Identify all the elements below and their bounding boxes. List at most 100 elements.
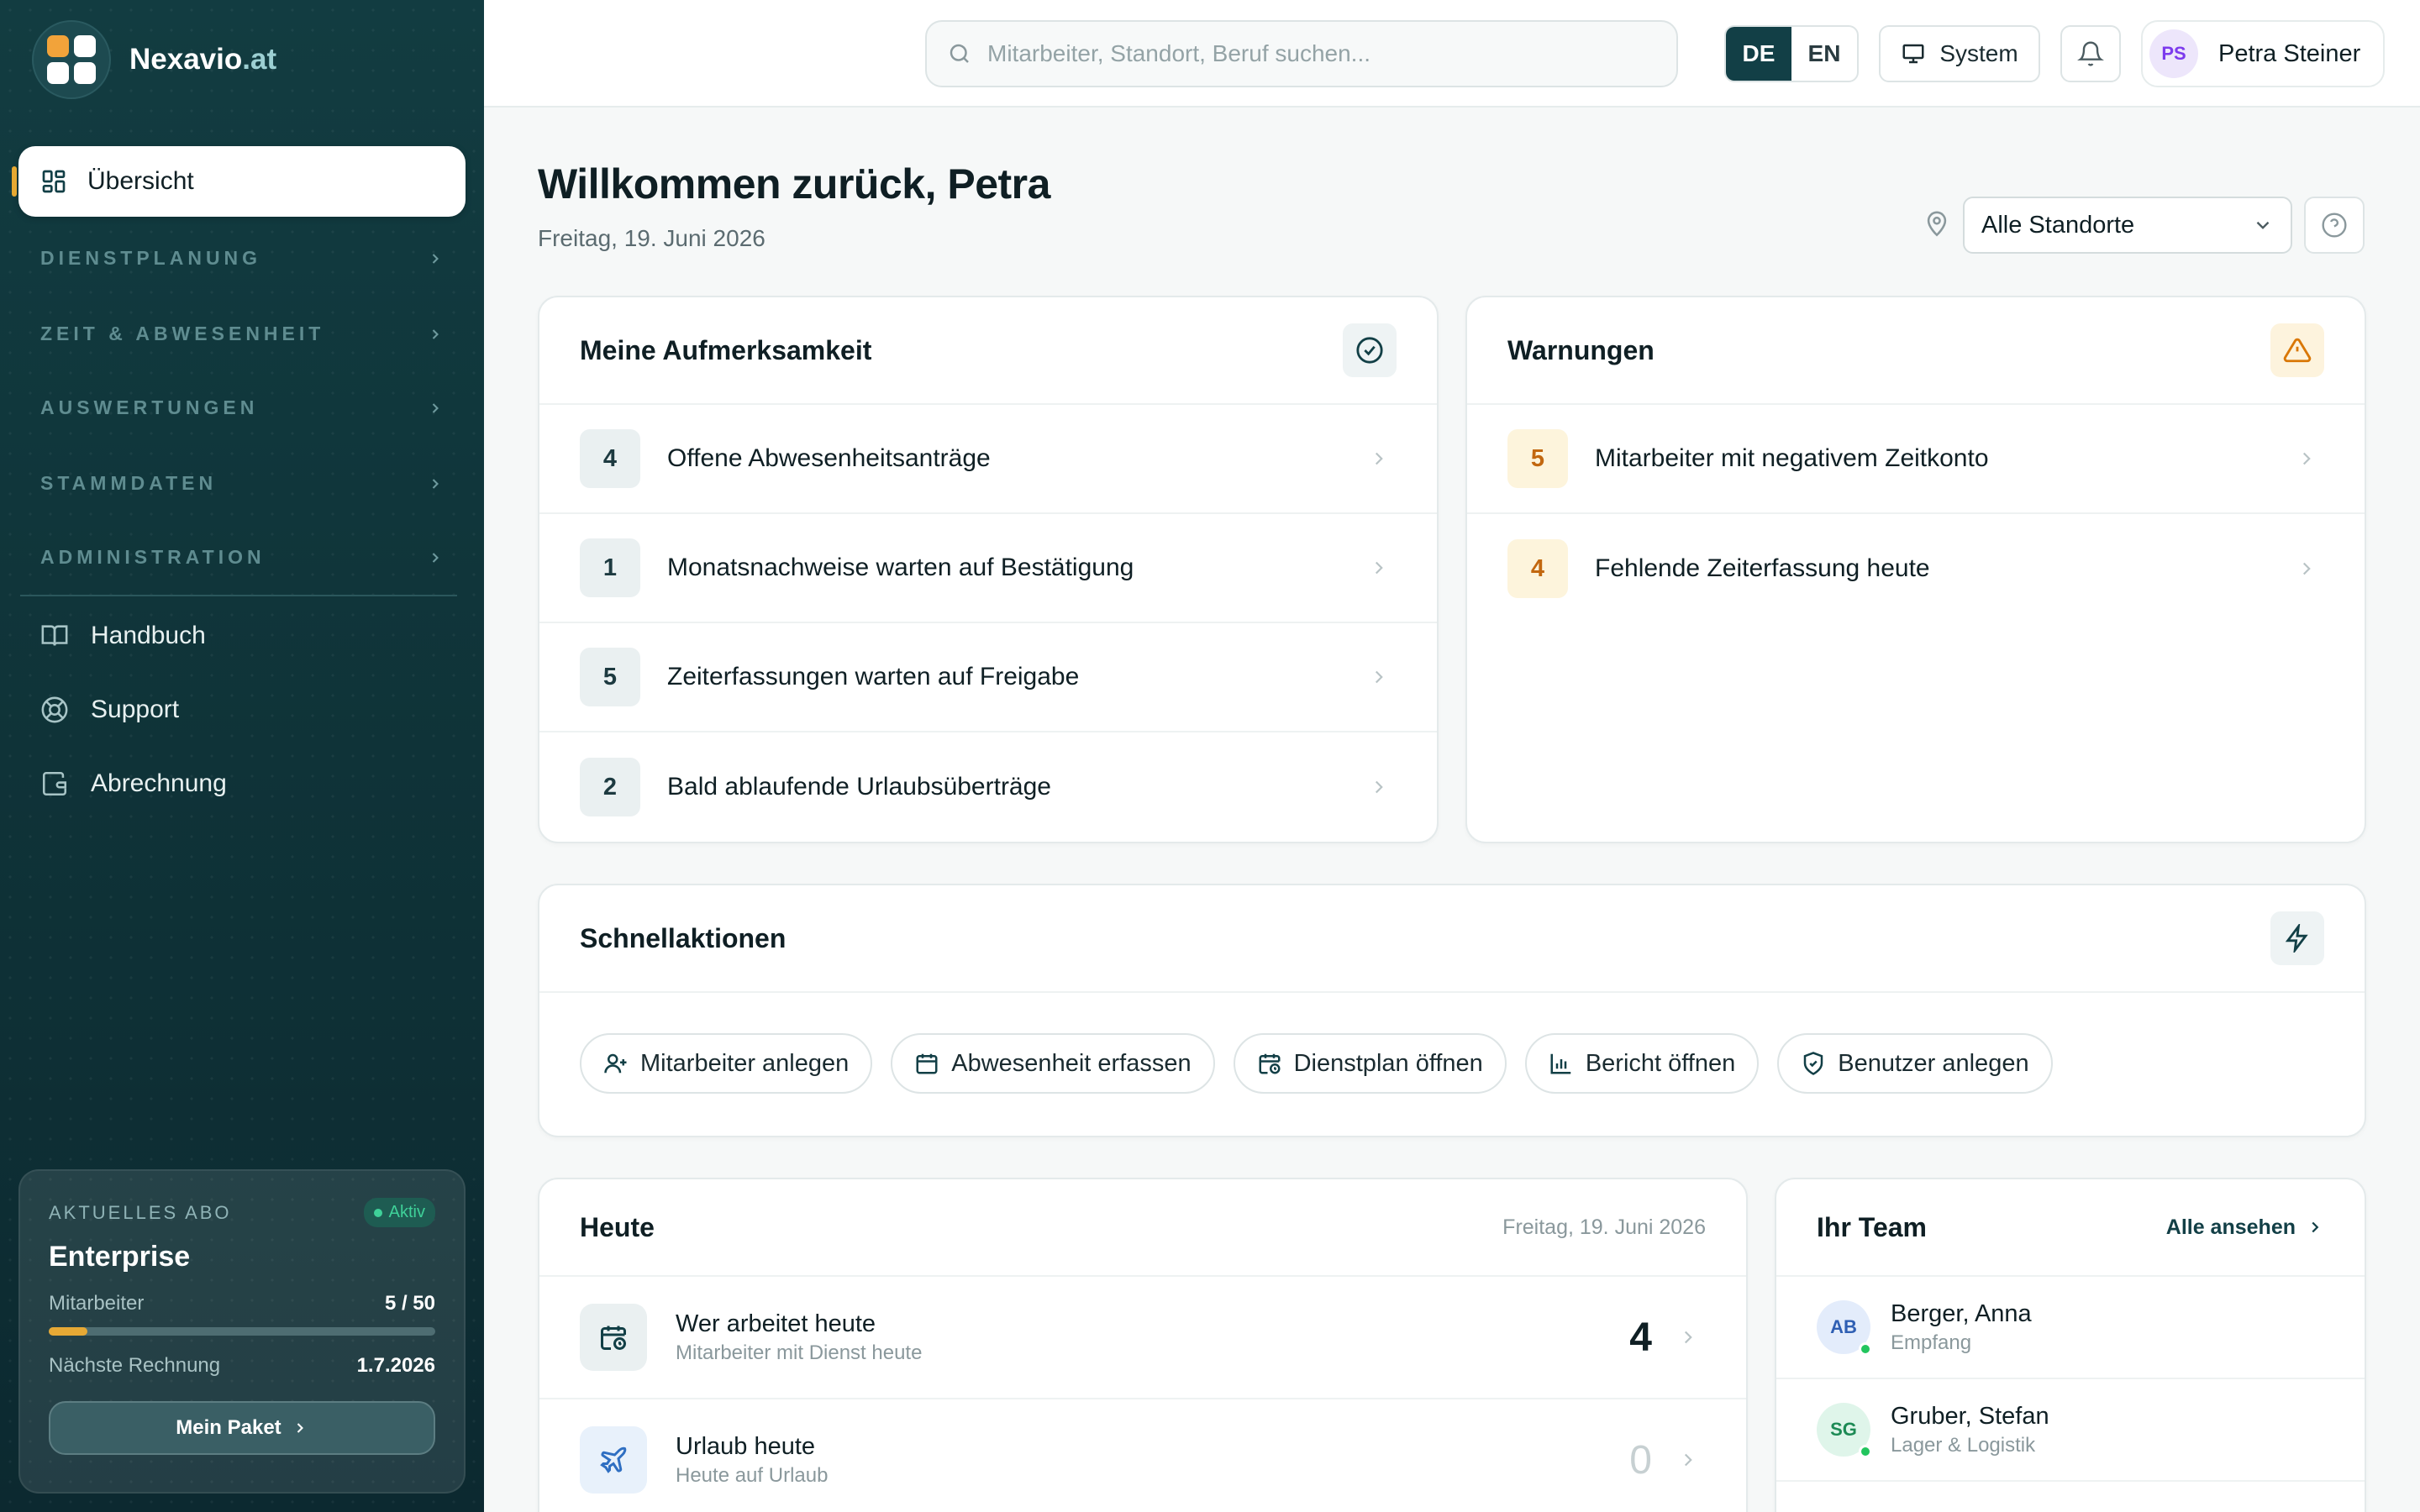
sidebar-item-label: Support bbox=[91, 696, 180, 723]
chevron-right-icon bbox=[427, 326, 444, 343]
chevron-right-icon bbox=[427, 549, 444, 566]
help-button[interactable] bbox=[2304, 197, 2365, 254]
subscription-label: AKTUELLES ABO bbox=[49, 1201, 232, 1223]
sidebar: Nexavio.at Übersicht DIENSTPLANUNG ZEIT … bbox=[0, 0, 484, 1512]
avatar-initials: AB bbox=[1830, 1316, 1857, 1337]
item-subtitle: Heute auf Urlaub bbox=[676, 1463, 829, 1487]
search-box[interactable] bbox=[925, 20, 1678, 87]
record-absence-button[interactable]: Abwesenheit erfassen bbox=[891, 1033, 1215, 1094]
add-employee-button[interactable]: Mitarbeiter anlegen bbox=[580, 1033, 873, 1094]
page-title: Willkommen zurück, Petra bbox=[538, 160, 1050, 207]
my-package-button[interactable]: Mein Paket bbox=[49, 1401, 435, 1455]
section-label: DIENSTPLANUNG bbox=[40, 247, 262, 269]
chevron-right-icon bbox=[427, 475, 444, 492]
search-input[interactable] bbox=[987, 40, 1660, 67]
member-role: Lager & Logistik bbox=[1891, 1433, 2036, 1457]
card-header: Warnungen bbox=[1467, 297, 2365, 405]
section-label: AUSWERTUNGEN bbox=[40, 396, 259, 418]
count-badge: 5 bbox=[1507, 429, 1568, 488]
card-title: Warnungen bbox=[1507, 334, 1655, 365]
notifications-button[interactable] bbox=[2060, 25, 2121, 82]
chevron-right-icon bbox=[1677, 1449, 1699, 1471]
shield-icon bbox=[1801, 1051, 1826, 1076]
item-label: Zeiterfassungen warten auf Freigabe bbox=[667, 663, 1080, 690]
attention-item[interactable]: 5 Zeiterfassungen warten auf Freigabe bbox=[539, 623, 1437, 732]
sidebar-section-auswertungen[interactable]: AUSWERTUNGEN bbox=[40, 396, 444, 419]
sidebar-section-dienstplanung[interactable]: DIENSTPLANUNG bbox=[40, 247, 444, 270]
theme-button[interactable]: System bbox=[1879, 25, 2040, 82]
attention-item[interactable]: 1 Monatsnachweise warten auf Bestätigung bbox=[539, 514, 1437, 623]
chevron-right-icon bbox=[1677, 1326, 1699, 1348]
chevron-right-icon bbox=[1368, 666, 1390, 688]
card-header: Heute Freitag, 19. Juni 2026 bbox=[539, 1179, 1746, 1277]
item-label: Bald ablaufende Urlaubsüberträge bbox=[667, 773, 1051, 801]
chevron-down-icon bbox=[2252, 214, 2274, 236]
today-item-working[interactable]: Wer arbeitet heute Mitarbeiter mit Diens… bbox=[539, 1277, 1746, 1399]
avatar: PS bbox=[2149, 29, 2198, 78]
member-name: Gruber, Stefan bbox=[1891, 1402, 2049, 1430]
open-schedule-button[interactable]: Dienstplan öffnen bbox=[1233, 1033, 1507, 1094]
team-card: Ihr Team Alle ansehen AB Berger, Anna Em… bbox=[1775, 1178, 2366, 1512]
today-date: Freitag, 19. Juni 2026 bbox=[1502, 1215, 1706, 1239]
bar-chart-icon bbox=[1549, 1051, 1574, 1076]
sidebar-section-administration[interactable]: ADMINISTRATION bbox=[40, 546, 444, 569]
calendar-icon bbox=[914, 1051, 939, 1076]
warning-item[interactable]: 4 Fehlende Zeiterfassung heute bbox=[1467, 514, 2365, 623]
online-status-dot bbox=[1859, 1342, 1872, 1356]
quick-actions-card: Schnellaktionen Mitarbeiter anlegen Abwe… bbox=[538, 884, 2366, 1137]
chevron-right-icon bbox=[427, 400, 444, 417]
item-subtitle: Mitarbeiter mit Dienst heute bbox=[676, 1341, 923, 1364]
item-title: Wer arbeitet heute bbox=[676, 1310, 876, 1337]
card-header: Meine Aufmerksamkeit bbox=[539, 297, 1437, 405]
count-badge: 4 bbox=[1507, 539, 1568, 598]
team-member[interactable]: SG Gruber, Stefan Lager & Logistik bbox=[1776, 1379, 2365, 1482]
item-label: Offene Abwesenheitsanträge bbox=[667, 444, 991, 472]
brand[interactable]: Nexavio.at bbox=[32, 20, 276, 99]
search-icon bbox=[947, 41, 972, 66]
check-circle-icon bbox=[1343, 323, 1397, 377]
card-header: Ihr Team Alle ansehen bbox=[1776, 1179, 2365, 1277]
location-select-value: Alle Standorte bbox=[1981, 211, 2135, 239]
online-status-dot bbox=[1859, 1445, 1872, 1458]
attention-card: Meine Aufmerksamkeit 4 Offene Abwesenhei… bbox=[538, 296, 1439, 843]
item-value: 4 bbox=[1629, 1315, 1652, 1360]
logo-icon bbox=[32, 20, 111, 99]
chevron-right-icon bbox=[1368, 776, 1390, 798]
sidebar-item-handbuch[interactable]: Handbuch bbox=[40, 622, 206, 650]
subscription-card: AKTUELLES ABO Aktiv Enterprise Mitarbeit… bbox=[18, 1169, 466, 1494]
grid-icon bbox=[40, 168, 67, 195]
team-member[interactable]: AB Berger, Anna Empfang bbox=[1776, 1277, 2365, 1379]
book-icon bbox=[40, 622, 69, 650]
add-user-button[interactable]: Benutzer anlegen bbox=[1777, 1033, 2053, 1094]
employees-row: Mitarbeiter 5 / 50 bbox=[49, 1292, 435, 1315]
button-label: Abwesenheit erfassen bbox=[951, 1049, 1192, 1077]
sidebar-section-stammdaten[interactable]: STAMMDATEN bbox=[40, 472, 444, 495]
today-item-vacation[interactable]: Urlaub heute Heute auf Urlaub 0 bbox=[539, 1399, 1746, 1512]
brand-name: Nexavio.at bbox=[129, 43, 277, 76]
sidebar-item-overview[interactable]: Übersicht bbox=[12, 146, 466, 217]
sidebar-section-zeit-abwesenheit[interactable]: ZEIT & ABWESENHEIT bbox=[40, 323, 444, 345]
lang-en-button[interactable]: EN bbox=[1791, 27, 1857, 81]
count-badge: 1 bbox=[580, 538, 640, 597]
attention-item[interactable]: 4 Offene Abwesenheitsanträge bbox=[539, 405, 1437, 514]
card-header: Schnellaktionen bbox=[539, 885, 2365, 993]
chevron-right-icon bbox=[1368, 448, 1390, 470]
lang-de-button[interactable]: DE bbox=[1726, 27, 1791, 81]
plan-name: Enterprise bbox=[49, 1241, 191, 1273]
theme-label: System bbox=[1939, 40, 2018, 66]
chevron-right-icon bbox=[427, 250, 444, 267]
button-label: Mein Paket bbox=[176, 1416, 281, 1439]
invoice-label: Nächste Rechnung bbox=[49, 1354, 221, 1377]
open-report-button[interactable]: Bericht öffnen bbox=[1524, 1033, 1760, 1094]
location-select[interactable]: Alle Standorte bbox=[1963, 197, 2292, 254]
warning-item[interactable]: 5 Mitarbeiter mit negativem Zeitkonto bbox=[1467, 405, 2365, 514]
user-menu-button[interactable]: PS Petra Steiner bbox=[2141, 20, 2385, 87]
section-label: ZEIT & ABWESENHEIT bbox=[40, 323, 325, 344]
item-label: Monatsnachweise warten auf Bestätigung bbox=[667, 554, 1134, 581]
sidebar-item-abrechnung[interactable]: Abrechnung bbox=[40, 769, 227, 798]
sidebar-item-support[interactable]: Support bbox=[40, 696, 179, 724]
see-all-link[interactable]: Alle ansehen bbox=[2166, 1215, 2324, 1240]
attention-item[interactable]: 2 Bald ablaufende Urlaubsüberträge bbox=[539, 732, 1437, 842]
monitor-icon bbox=[1901, 41, 1926, 66]
link-label: Alle ansehen bbox=[2165, 1215, 2296, 1239]
